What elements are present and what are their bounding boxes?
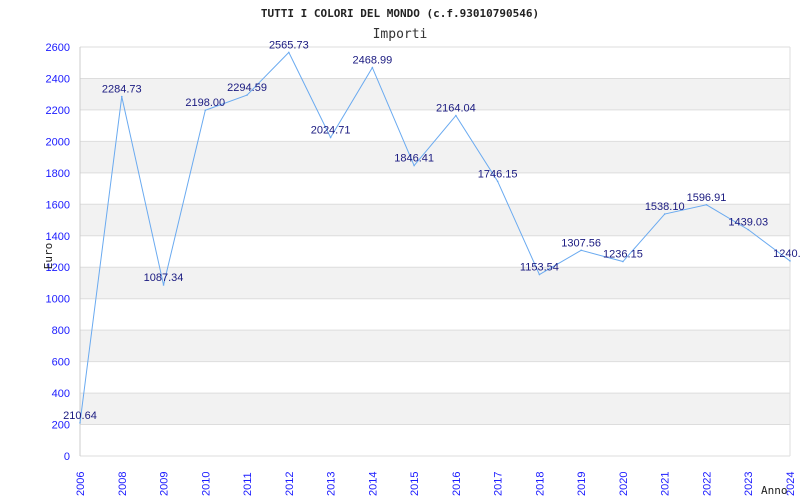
x-tick-label: 2020 <box>618 472 630 496</box>
data-point <box>79 422 81 424</box>
data-point <box>162 284 165 286</box>
data-label: 1439.03 <box>728 217 768 229</box>
x-tick-label: 2014 <box>367 472 379 496</box>
data-label: 2284.73 <box>102 84 142 96</box>
x-tick-label: 2006 <box>75 472 87 496</box>
data-label: 2468.99 <box>352 55 392 67</box>
data-label: 2294.59 <box>227 82 267 94</box>
x-tick-label: 2016 <box>451 472 463 496</box>
data-point <box>580 249 582 252</box>
x-tick-label: 2018 <box>534 472 546 496</box>
x-tick-label: 2021 <box>660 472 672 496</box>
y-tick-label: 2400 <box>46 73 70 85</box>
data-point <box>496 180 499 183</box>
data-point <box>120 95 123 98</box>
y-axis-label: Euro <box>42 243 55 270</box>
data-point <box>246 94 248 96</box>
data-point <box>288 51 290 54</box>
data-label: 1538.10 <box>645 201 685 213</box>
x-tick-label: 2022 <box>701 472 713 496</box>
data-label: 2565.73 <box>269 39 309 51</box>
data-point <box>329 136 332 139</box>
y-tick-label: 2000 <box>46 136 70 148</box>
x-tick-label: 2012 <box>284 472 296 496</box>
chart-title: TUTTI I COLORI DEL MONDO (c.f.9301079054… <box>261 7 539 20</box>
y-tick-label: 800 <box>52 325 70 337</box>
grid-band <box>80 330 790 362</box>
x-tick-label: 2019 <box>576 472 588 496</box>
x-axis-label: Anno <box>761 484 788 497</box>
x-tick-label: 2009 <box>159 472 171 496</box>
y-tick-label: 1400 <box>46 231 70 243</box>
data-label: 1596.91 <box>687 192 727 204</box>
y-tick-label: 1000 <box>46 294 70 306</box>
data-point <box>622 260 624 263</box>
data-point <box>204 109 207 112</box>
x-tick-label: 2013 <box>326 472 338 496</box>
data-point <box>455 114 457 117</box>
line-chart: TUTTI I COLORI DEL MONDO (c.f.9301079054… <box>42 7 800 497</box>
x-tick-label: 2011 <box>242 472 254 496</box>
data-point <box>371 66 374 69</box>
data-label: 1087.34 <box>144 272 184 284</box>
data-label: 210.64 <box>63 410 97 422</box>
data-label: 1240.1 <box>773 248 800 260</box>
grid-band <box>80 141 790 173</box>
y-tick-label: 400 <box>52 388 70 400</box>
x-tick-label: 2008 <box>117 472 129 496</box>
data-label: 2198.00 <box>185 97 225 109</box>
x-tick-label: 2023 <box>743 472 755 496</box>
data-label: 1153.54 <box>520 262 559 274</box>
data-point <box>789 260 791 262</box>
y-tick-label: 1600 <box>46 199 70 211</box>
data-point <box>705 203 708 206</box>
y-tick-label: 2200 <box>46 105 70 117</box>
y-tick-label: 0 <box>64 451 70 463</box>
data-label: 1307.56 <box>561 237 601 249</box>
x-tick-label: 2015 <box>409 472 421 496</box>
data-label: 1236.15 <box>603 249 643 261</box>
data-label: 1746.15 <box>478 168 518 180</box>
x-axis-ticks: 2006 2008 2009 2010 2011 2012 2013 2014 2015 2016… <box>75 472 797 496</box>
grid-band <box>80 267 790 299</box>
y-tick-label: 600 <box>52 357 70 369</box>
data-label: 2024.71 <box>311 124 351 136</box>
data-point <box>538 273 541 276</box>
y-tick-label: 2600 <box>46 42 70 54</box>
data-point <box>413 164 415 167</box>
data-label: 1846.41 <box>394 153 434 165</box>
x-tick-label: 2010 <box>200 472 212 496</box>
chart-subtitle: Importi <box>373 27 428 42</box>
x-tick-label: 2017 <box>493 472 505 496</box>
grid-band <box>80 393 790 425</box>
data-point <box>663 213 666 215</box>
data-label: 2164.04 <box>436 103 476 115</box>
y-tick-label: 1800 <box>46 168 70 180</box>
data-point <box>747 228 750 231</box>
